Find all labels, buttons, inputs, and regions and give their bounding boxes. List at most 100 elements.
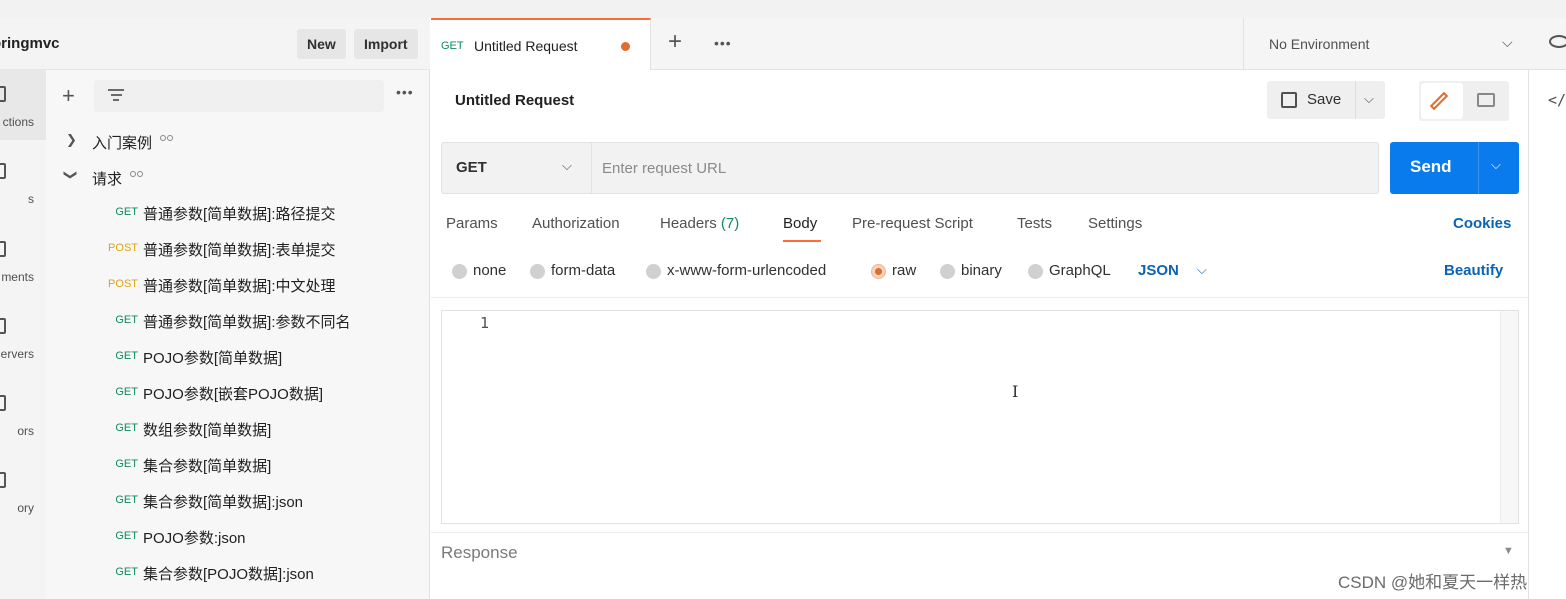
monitors-icon bbox=[0, 395, 6, 411]
request-method-badge: POST bbox=[108, 242, 138, 254]
radio-label: form-data bbox=[551, 262, 616, 279]
tab-untitled-request[interactable]: GET Untitled Request bbox=[431, 18, 651, 70]
apis-icon bbox=[0, 163, 6, 179]
cookies-link[interactable]: Cookies bbox=[1453, 215, 1511, 232]
filter-input[interactable] bbox=[94, 80, 384, 112]
rail-item-label: ory bbox=[17, 501, 34, 515]
request-row[interactable]: GET 普通参数[简单数据]:路径提交 bbox=[46, 195, 430, 231]
active-tab-indicator bbox=[783, 240, 821, 242]
request-row[interactable]: GET 集合参数[简单数据]:json bbox=[46, 483, 430, 519]
unsaved-dot-icon bbox=[621, 42, 630, 51]
comment-icon[interactable] bbox=[1477, 93, 1495, 107]
chevron-down-icon[interactable]: ⌵ bbox=[1364, 91, 1374, 107]
save-icon bbox=[1281, 92, 1297, 108]
url-input[interactable] bbox=[602, 143, 1372, 193]
radio-dot bbox=[940, 264, 955, 279]
request-row[interactable]: GET POJO参数[嵌套POJO数据] bbox=[46, 375, 430, 411]
request-row[interactable]: GET 数组参数[简单数据] bbox=[46, 411, 430, 447]
request-row[interactable]: GET 集合参数[简单数据] bbox=[46, 447, 430, 483]
folder-row[interactable]: ❯ 请求 bbox=[46, 159, 430, 193]
tab-authorization[interactable]: Authorization bbox=[532, 215, 620, 232]
request-method-badge: GET bbox=[115, 206, 138, 218]
chevron-down-icon: ⌵ bbox=[562, 158, 572, 173]
chevron-down-icon[interactable]: ❯ bbox=[62, 170, 78, 181]
tab-method: GET bbox=[441, 40, 464, 52]
request-row[interactable]: GET POJO参数[简单数据] bbox=[46, 339, 430, 375]
rail-item-monitors[interactable]: ors bbox=[0, 379, 46, 449]
tab-bar: GET Untitled Request + ••• No Environmen… bbox=[431, 18, 1566, 70]
rail-item-environments[interactable]: ments bbox=[0, 225, 46, 295]
radio-dot bbox=[1028, 264, 1043, 279]
save-button[interactable]: Save ⌵ bbox=[1267, 81, 1385, 119]
rail-item-label: ctions bbox=[2, 115, 34, 129]
request-method-badge: GET bbox=[115, 350, 138, 362]
chevron-right-icon[interactable]: ❯ bbox=[66, 132, 77, 148]
environment-select[interactable]: No Environment ⌵ bbox=[1243, 18, 1529, 70]
tab-tests[interactable]: Tests bbox=[1017, 215, 1052, 232]
request-row[interactable]: GET POJO参数:json bbox=[46, 519, 430, 555]
code-icon[interactable]: </> bbox=[1548, 91, 1566, 109]
tab-settings[interactable]: Settings bbox=[1088, 215, 1142, 232]
tab-body[interactable]: Body bbox=[783, 215, 817, 232]
save-label: Save bbox=[1307, 91, 1342, 108]
environments-icon bbox=[0, 241, 6, 257]
send-button[interactable]: Send ⌵ bbox=[1390, 142, 1519, 194]
tab-params[interactable]: Params bbox=[446, 215, 498, 232]
request-method-badge: GET bbox=[115, 494, 138, 506]
rail-item-label: ors bbox=[17, 424, 34, 438]
request-name: POJO参数[嵌套POJO数据] bbox=[143, 386, 324, 403]
chevron-down-icon: ⌵ bbox=[1502, 34, 1513, 50]
radio-label: x-www-form-urlencoded bbox=[667, 262, 827, 279]
filter-icon bbox=[108, 89, 124, 104]
mock-servers-icon bbox=[0, 318, 6, 334]
response-section-label[interactable]: Response bbox=[441, 543, 518, 563]
window-top-strip bbox=[0, 0, 1566, 18]
chevron-down-icon[interactable]: ▼ bbox=[1503, 545, 1514, 557]
more-options-icon[interactable]: ••• bbox=[396, 84, 414, 100]
request-method-badge: GET bbox=[115, 458, 138, 470]
tab-pre-request-script[interactable]: Pre-request Script bbox=[852, 215, 973, 232]
workspace-name[interactable]: pringmvc bbox=[0, 35, 60, 52]
request-row[interactable]: GET 集合参数[POJO数据]:json bbox=[46, 555, 430, 591]
rail-item-collections[interactable]: ctions bbox=[0, 70, 46, 140]
history-icon bbox=[0, 472, 6, 488]
radio-dot bbox=[530, 264, 545, 279]
request-title[interactable]: Untitled Request bbox=[455, 92, 574, 109]
view-mode-toggle bbox=[1419, 81, 1509, 121]
request-name: 普通参数[简单数据]:中文处理 bbox=[143, 278, 336, 295]
radio-dot bbox=[871, 264, 886, 279]
editor-scrollbar[interactable] bbox=[1500, 311, 1518, 523]
request-row[interactable]: POST 普通参数[简单数据]:中文处理 bbox=[46, 267, 430, 303]
request-method-badge: GET bbox=[115, 530, 138, 542]
tab-more-icon[interactable]: ••• bbox=[714, 35, 732, 51]
rail-item-mock-servers[interactable]: ervers bbox=[0, 302, 46, 372]
request-row[interactable]: POST 普通参数[简单数据]:表单提交 bbox=[46, 231, 430, 267]
request-name: 集合参数[简单数据] bbox=[143, 458, 272, 475]
import-button[interactable]: Import bbox=[354, 29, 418, 59]
new-tab-plus-icon[interactable]: + bbox=[668, 30, 682, 54]
tab-label: Headers bbox=[660, 215, 717, 232]
request-row[interactable]: GET 普通参数[简单数据]:参数不同名 bbox=[46, 303, 430, 339]
text-cursor-icon: I bbox=[1012, 382, 1019, 401]
divider bbox=[431, 532, 1528, 533]
rail-item-history[interactable]: ory bbox=[0, 456, 46, 526]
chevron-down-icon[interactable]: ⌵ bbox=[1197, 262, 1207, 278]
folder-row[interactable]: ❯ 入门案例 bbox=[46, 123, 430, 157]
pencil-icon bbox=[1429, 91, 1449, 111]
tab-headers[interactable]: Headers (7) bbox=[660, 215, 739, 232]
add-collection-plus-icon[interactable]: + bbox=[62, 85, 75, 107]
send-label: Send bbox=[1410, 157, 1452, 176]
body-editor[interactable]: 1 bbox=[441, 310, 1519, 524]
rail-item-apis[interactable]: s bbox=[0, 147, 46, 217]
radio-dot bbox=[452, 264, 467, 279]
edit-mode-button[interactable] bbox=[1421, 83, 1463, 119]
radio-dot bbox=[646, 264, 661, 279]
method-select[interactable]: GET ⌵ bbox=[442, 143, 592, 193]
collections-sidebar: + ••• ❯ 入门案例 ❯ 请求 GET 普通参数[简单数据]:路径提交 POST… bbox=[46, 70, 430, 599]
radio-label: binary bbox=[961, 262, 1002, 279]
raw-format-select[interactable]: JSON bbox=[1138, 262, 1179, 279]
chevron-down-icon[interactable]: ⌵ bbox=[1491, 157, 1501, 173]
beautify-link[interactable]: Beautify bbox=[1444, 262, 1503, 279]
new-button[interactable]: New bbox=[297, 29, 346, 59]
eye-icon[interactable] bbox=[1549, 35, 1566, 48]
